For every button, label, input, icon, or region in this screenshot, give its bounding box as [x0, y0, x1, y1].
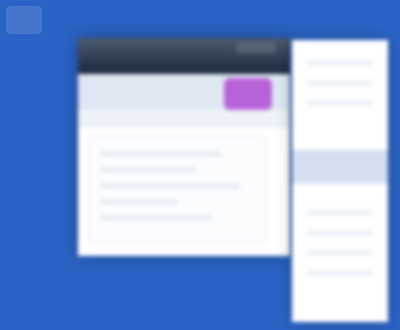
titlebar-badge	[236, 42, 276, 54]
content-line	[99, 151, 223, 157]
content-line	[99, 199, 179, 205]
content-area	[88, 136, 266, 242]
content-line	[99, 167, 196, 173]
panel-line	[306, 80, 374, 86]
main-window	[78, 38, 290, 256]
panel-line	[306, 270, 374, 276]
panel-line	[306, 60, 374, 66]
panel-line	[306, 230, 374, 236]
side-panel	[292, 40, 388, 322]
panel-line	[306, 100, 374, 106]
panel-line	[306, 210, 374, 216]
accent-button[interactable]	[224, 78, 272, 110]
panel-highlight-row[interactable]	[292, 150, 388, 184]
panel-line	[306, 250, 374, 256]
content-line	[99, 183, 240, 189]
desktop-shortcut-icon[interactable]	[6, 6, 42, 34]
content-line	[99, 215, 214, 221]
window-titlebar[interactable]	[78, 38, 290, 74]
window-subbar	[78, 110, 290, 128]
